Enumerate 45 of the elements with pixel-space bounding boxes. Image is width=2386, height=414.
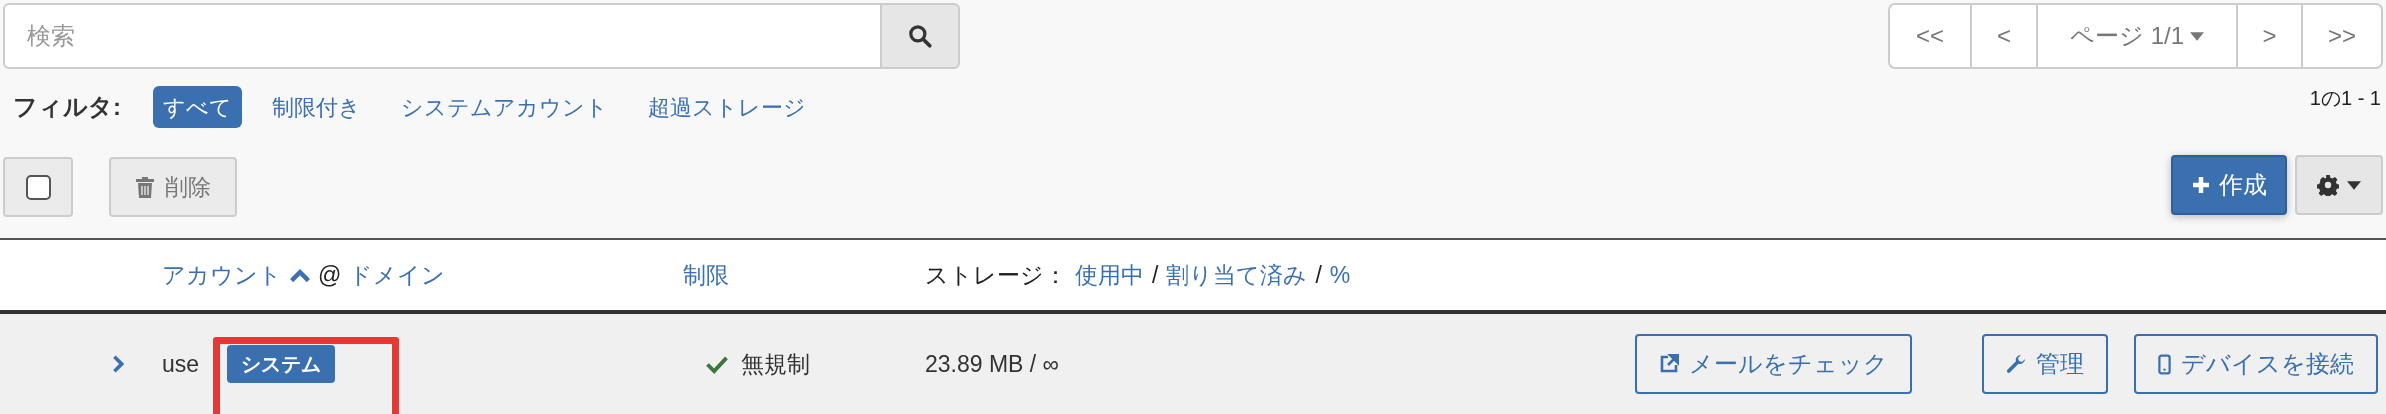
column-header-text: @	[318, 260, 342, 290]
column-header-link[interactable]: アカウント	[162, 257, 282, 293]
filter-tab[interactable]: すべて	[153, 86, 242, 128]
trash-icon	[135, 176, 155, 198]
first-page-button[interactable]: <<	[1890, 5, 1970, 67]
column-header-link[interactable]: 割り当て済み	[1166, 257, 1308, 293]
row-action-button[interactable]: メールをチェック	[1635, 334, 1912, 394]
account-name: use	[162, 349, 200, 379]
column-header-text: /	[1152, 260, 1159, 290]
result-count: 1の1 - 1	[2309, 86, 2381, 111]
storage-usage: 23.89 MB / ∞	[925, 350, 1059, 377]
next-page-button[interactable]: >	[2236, 5, 2301, 67]
filter-tab[interactable]: 制限付き	[262, 86, 371, 128]
settings-button[interactable]	[2295, 155, 2383, 215]
page-dropdown[interactable]: ページ 1/1	[2036, 5, 2236, 67]
row-action-button[interactable]: 管理	[1982, 334, 2108, 394]
delete-button[interactable]: 削除	[109, 157, 237, 217]
external-link-icon	[1659, 354, 1679, 374]
phone-icon	[2158, 353, 2171, 375]
row-action-button[interactable]: デバイスを接続	[2134, 334, 2378, 394]
filter-tab[interactable]: システムアカウント	[391, 86, 618, 128]
system-badge: システム	[227, 345, 336, 383]
plus-icon	[2191, 175, 2211, 195]
create-button[interactable]: 作成	[2171, 155, 2287, 215]
caret-icon	[2347, 180, 2361, 190]
search-icon	[907, 23, 933, 49]
search-button[interactable]	[882, 3, 960, 69]
search-field[interactable]: 検索	[3, 3, 882, 69]
sort-up-icon	[290, 268, 310, 282]
check-icon	[705, 354, 729, 374]
column-header-text: ストレージ：	[925, 260, 1067, 290]
wrench-icon	[2006, 354, 2026, 374]
column-header-link[interactable]: %	[1329, 257, 1351, 293]
select-all-checkbox[interactable]	[3, 157, 73, 217]
column-header-link[interactable]: ドメイン	[349, 257, 446, 293]
previous-page-button[interactable]: <	[1970, 5, 2036, 67]
filter-label: フィルタ:	[13, 92, 121, 122]
last-page-button[interactable]: >>	[2301, 5, 2381, 67]
column-header-text: /	[1315, 260, 1322, 290]
caret-icon	[2190, 31, 2204, 41]
column-header-link[interactable]: 使用中	[1075, 257, 1144, 293]
limit-text: 無規制	[741, 349, 810, 379]
column-header-link[interactable]: 制限	[683, 257, 729, 293]
settings-icon	[2317, 174, 2339, 196]
filter-tab[interactable]: 超過ストレージ	[638, 86, 816, 128]
